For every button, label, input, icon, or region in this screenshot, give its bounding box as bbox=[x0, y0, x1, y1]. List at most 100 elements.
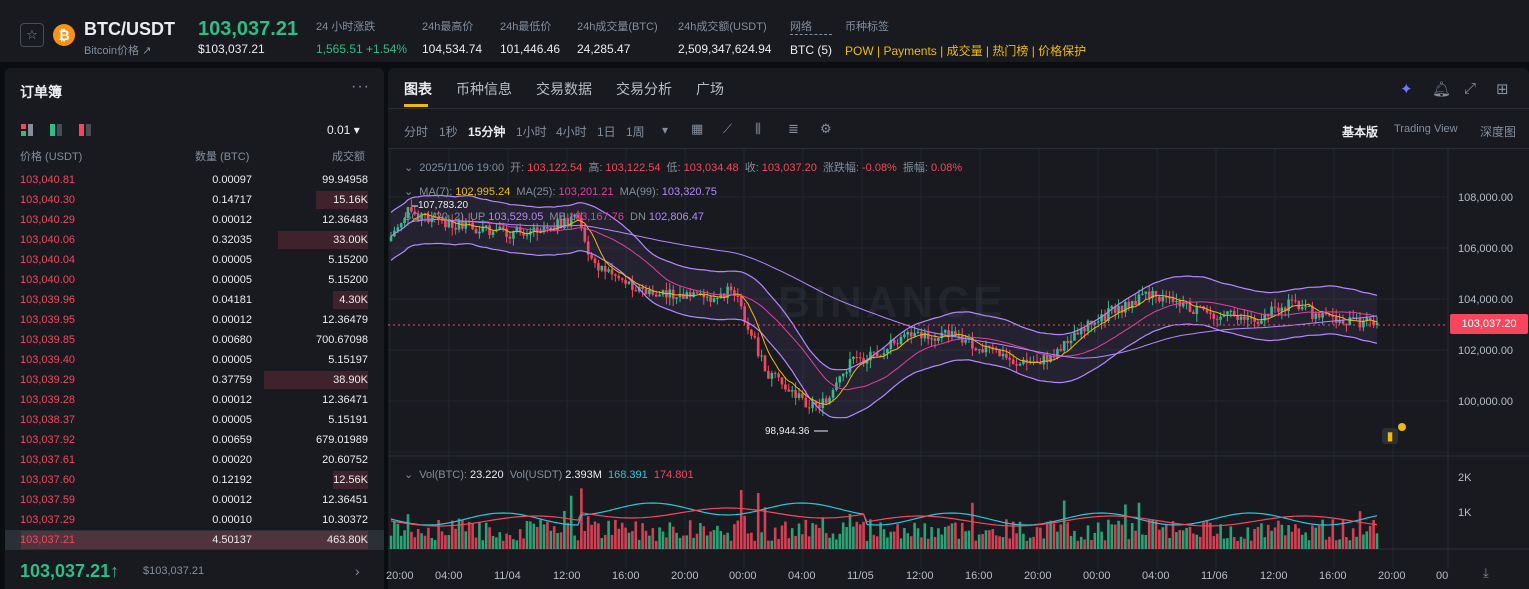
collapse-chevron-icon[interactable]: ⌄ bbox=[404, 469, 413, 481]
order-book-row[interactable]: 103,037.60 0.12192 12.56K bbox=[5, 470, 384, 490]
pair-name[interactable]: BTC/USDT bbox=[84, 19, 175, 40]
row-price: 103,037.59 bbox=[20, 494, 76, 506]
view-basic[interactable]: 基本版 bbox=[1342, 123, 1378, 140]
order-book-row[interactable]: 103,037.59 0.00012 12.36451 bbox=[5, 490, 384, 510]
order-book-row[interactable]: 103,040.81 0.00097 99.94958 bbox=[5, 170, 384, 190]
interval-1s[interactable]: 1秒 bbox=[439, 123, 458, 140]
chevron-right-icon[interactable]: › bbox=[355, 563, 360, 579]
event-marker-icon[interactable]: ▮ bbox=[1382, 428, 1398, 444]
gear-icon[interactable]: ⚙ bbox=[820, 121, 832, 137]
candle-body bbox=[756, 337, 760, 357]
interval-more-chevron-icon[interactable]: ▾ bbox=[662, 123, 668, 137]
volume-bar bbox=[824, 533, 828, 549]
open-label: 开: bbox=[510, 162, 525, 174]
interval-1w[interactable]: 1周 bbox=[626, 123, 645, 140]
interval-1h[interactable]: 1小时 bbox=[516, 123, 547, 140]
x-axis-label: 00:00 bbox=[729, 570, 757, 582]
view-depth[interactable]: 深度图 bbox=[1480, 123, 1516, 140]
vol-axis-label: 1K bbox=[1458, 507, 1472, 519]
tab-trading-data[interactable]: 交易数据 bbox=[536, 79, 592, 99]
order-book-row[interactable]: 103,040.30 0.14717 15.16K bbox=[5, 190, 384, 210]
tab-trading-analysis[interactable]: 交易分析 bbox=[616, 79, 672, 99]
tab-chart[interactable]: 图表 bbox=[404, 79, 432, 99]
bell-icon[interactable]: 🔔︎ bbox=[1432, 80, 1451, 98]
order-book-row[interactable]: 103,040.29 0.00012 12.36483 bbox=[5, 210, 384, 230]
order-book-row[interactable]: 103,040.06 0.32035 33.00K bbox=[5, 230, 384, 250]
volume-bar bbox=[525, 521, 529, 549]
stat-24h-high: 24h最高价 104,534.74 bbox=[422, 18, 482, 56]
row-total: 5.15191 bbox=[328, 414, 368, 426]
stat-label: 24h最高价 bbox=[422, 21, 474, 33]
collapse-chevron-icon[interactable]: ⌄ bbox=[404, 162, 413, 174]
order-book-row[interactable]: 103,038.37 0.00005 5.15191 bbox=[5, 410, 384, 430]
tab-coin-info[interactable]: 币种信息 bbox=[456, 79, 512, 99]
volume-bar bbox=[960, 522, 964, 549]
volume-bar bbox=[1059, 524, 1063, 549]
stat-network[interactable]: 网络 BTC (5) bbox=[790, 18, 832, 57]
interval-time[interactable]: 分时 bbox=[404, 123, 428, 140]
volume-bar bbox=[403, 530, 406, 549]
coin-tags-links[interactable]: POW | Payments | 成交量 | 热门榜 | 价格保护 bbox=[845, 42, 1086, 59]
view-tradingview[interactable]: Trading View bbox=[1394, 123, 1458, 135]
expand-icon[interactable]: ⤢ bbox=[1464, 80, 1476, 97]
collapse-chevron-icon[interactable]: ⌄ bbox=[404, 186, 413, 198]
view-bids-icon[interactable] bbox=[50, 124, 62, 136]
volume-bar bbox=[1066, 522, 1069, 549]
tab-square[interactable]: 广场 bbox=[696, 79, 724, 99]
pair-subtitle-link[interactable]: Bitcoin价格 ↗ bbox=[84, 42, 151, 58]
volume-bar bbox=[433, 539, 437, 549]
order-book-row[interactable]: 103,039.95 0.00012 12.36479 bbox=[5, 310, 384, 330]
order-book-row[interactable]: 103,037.92 0.00659 679.01989 bbox=[5, 430, 384, 450]
volume-bar bbox=[947, 525, 950, 549]
candle-body bbox=[634, 289, 638, 292]
ai-sparkle-icon[interactable]: ✦ bbox=[1400, 80, 1413, 98]
settings-list-icon[interactable]: ≣ bbox=[788, 121, 799, 137]
order-book-row[interactable]: 103,040.00 0.00005 5.15200 bbox=[5, 270, 384, 290]
order-book-row[interactable]: 103,037.29 0.00010 10.30372 bbox=[5, 510, 384, 530]
favorite-star-icon[interactable]: ☆ bbox=[20, 23, 44, 47]
layout-grid-icon[interactable]: ⊞ bbox=[1496, 80, 1509, 98]
order-book-row[interactable]: 103,040.04 0.00005 5.15200 bbox=[5, 250, 384, 270]
stat-label: 币种标签 bbox=[845, 21, 889, 33]
order-book-row[interactable]: 103,037.21 4.50137 463.80K bbox=[5, 530, 384, 550]
order-book-row[interactable]: 103,039.28 0.00012 12.36471 bbox=[5, 390, 384, 410]
volume-bar bbox=[1287, 525, 1290, 549]
row-total: 12.36483 bbox=[322, 214, 368, 226]
candle-type-icon[interactable]: ⫼ bbox=[755, 121, 761, 137]
volume-bar bbox=[532, 523, 536, 549]
volume-bar bbox=[1314, 527, 1318, 549]
scale-toggle-icon[interactable]: ⤓ bbox=[1483, 565, 1489, 581]
row-price: 103,040.06 bbox=[20, 234, 76, 246]
order-book-row[interactable]: 103,039.40 0.00005 5.15197 bbox=[5, 350, 384, 370]
order-book-last-price[interactable]: 103,037.21↑ bbox=[20, 561, 119, 582]
indicator-icon[interactable]: ⟋ bbox=[723, 121, 732, 137]
volume-bar bbox=[1168, 538, 1171, 549]
x-axis-label: 20:00 bbox=[1024, 570, 1052, 582]
volume-bar bbox=[522, 538, 525, 549]
order-book-row[interactable]: 103,039.85 0.00680 700.67098 bbox=[5, 330, 384, 350]
y-axis-label: 104,000.00 bbox=[1458, 294, 1514, 306]
volume-bar bbox=[1008, 538, 1012, 549]
view-asks-icon[interactable] bbox=[79, 124, 91, 136]
interval-4h[interactable]: 4小时 bbox=[556, 123, 587, 140]
order-book-row[interactable]: 103,039.96 0.04181 4.30K bbox=[5, 290, 384, 310]
x-axis-label: 00 bbox=[1436, 570, 1449, 582]
row-price: 103,039.29 bbox=[20, 374, 76, 386]
order-book-row[interactable]: 103,039.29 0.37759 38.90K bbox=[5, 370, 384, 390]
view-both-icon[interactable] bbox=[21, 124, 33, 136]
interval-15m[interactable]: 15分钟 bbox=[468, 123, 505, 140]
more-options-icon[interactable]: ··· bbox=[351, 78, 370, 96]
volume-bar bbox=[722, 534, 726, 549]
order-book-row[interactable]: 103,037.61 0.00020 20.60752 bbox=[5, 450, 384, 470]
volume-bar bbox=[1297, 528, 1301, 549]
interval-1d[interactable]: 1日 bbox=[597, 123, 616, 140]
volume-bar bbox=[865, 540, 869, 549]
price-step-select[interactable]: 0.01 ▾ bbox=[327, 123, 360, 137]
volume-bar bbox=[539, 519, 542, 549]
candle-body bbox=[617, 276, 621, 279]
volume-bar bbox=[1266, 524, 1270, 549]
volume-bar bbox=[1185, 527, 1188, 549]
volume-bar bbox=[923, 523, 927, 549]
calendar-icon[interactable]: ▦ bbox=[691, 121, 703, 137]
volume-bar bbox=[1124, 504, 1127, 549]
